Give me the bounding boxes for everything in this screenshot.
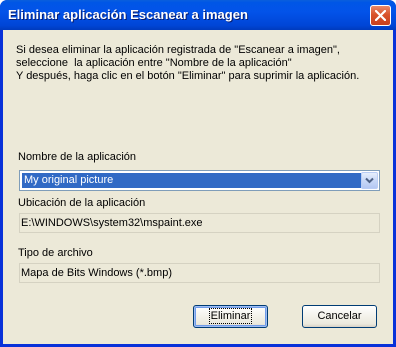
- app-name-selected-value[interactable]: My original picture: [22, 173, 361, 188]
- app-location-field: E:\WINDOWS\system32\mspaint.exe: [19, 213, 380, 233]
- app-name-dropdown[interactable]: My original picture: [19, 170, 380, 191]
- file-type-label: Tipo de archivo: [18, 247, 93, 259]
- delete-button-label: Eliminar: [208, 308, 253, 324]
- instructions-line-2: seleccione la aplicación entre "Nombre d…: [16, 57, 292, 69]
- dialog-window: Eliminar aplicación Escanear a imagen Si…: [0, 0, 396, 347]
- title-bar[interactable]: Eliminar aplicación Escanear a imagen: [0, 0, 396, 30]
- app-name-label: Nombre de la aplicación: [18, 151, 137, 163]
- delete-button[interactable]: Eliminar: [193, 305, 268, 328]
- instructions-line-1: Si desea eliminar la aplicación registra…: [16, 44, 340, 56]
- instructions-line-3: Y después, haga clic en el botón "Elimin…: [16, 70, 360, 82]
- close-button[interactable]: [370, 5, 391, 26]
- chevron-down-icon: [365, 177, 374, 184]
- dropdown-button[interactable]: [361, 172, 378, 189]
- cancel-button-label: Cancelar: [317, 310, 362, 322]
- window-title: Eliminar aplicación Escanear a imagen: [8, 7, 248, 22]
- file-type-field: Mapa de Bits Windows (*.bmp): [19, 263, 380, 283]
- close-icon: [375, 10, 386, 21]
- cancel-button[interactable]: Cancelar: [302, 305, 377, 328]
- dialog-body: Si desea eliminar la aplicación registra…: [3, 30, 393, 344]
- instructions-text: Si desea eliminar la aplicación registra…: [16, 44, 381, 83]
- app-location-label: Ubicación de la aplicación: [18, 197, 146, 209]
